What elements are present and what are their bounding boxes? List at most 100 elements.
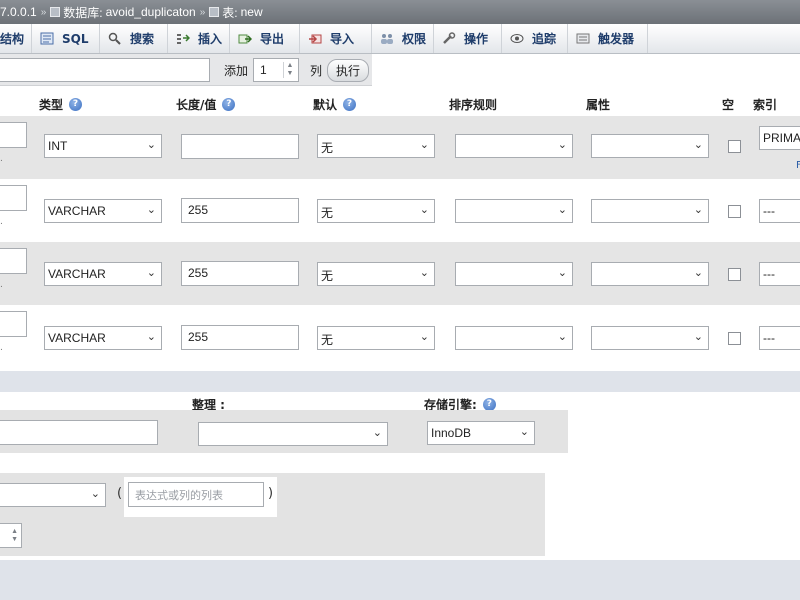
table-comment-input[interactable] bbox=[0, 420, 158, 445]
default-select[interactable]: 无 ⌄ bbox=[317, 326, 435, 350]
partition-expression-input[interactable]: 表达式或列的列表 bbox=[128, 482, 264, 507]
close-paren: ) bbox=[268, 486, 274, 501]
collation-select[interactable]: ⌄ bbox=[455, 262, 573, 286]
length-input[interactable] bbox=[181, 134, 299, 159]
default-value: 无 bbox=[321, 269, 334, 283]
index-select[interactable]: PRIMA bbox=[759, 126, 800, 150]
table-collation-select[interactable]: ⌄ bbox=[198, 422, 388, 446]
column-row: . VARCHAR ⌄ 255 无 ⌄ ⌄ ⌄ --- bbox=[0, 179, 800, 242]
type-value: VARCHAR bbox=[48, 267, 106, 281]
tab-triggers[interactable]: 触发器 bbox=[568, 24, 648, 53]
tab-privileges[interactable]: 权限 bbox=[372, 24, 434, 53]
collation-select[interactable]: ⌄ bbox=[455, 199, 573, 223]
type-select[interactable]: VARCHAR ⌄ bbox=[44, 326, 162, 350]
column-name-input[interactable] bbox=[0, 311, 27, 337]
breadcrumb-database[interactable]: avoid_duplicaton bbox=[106, 5, 196, 19]
length-input[interactable]: 255 bbox=[181, 325, 299, 350]
collation-select[interactable]: ⌄ bbox=[455, 326, 573, 350]
chevron-down-icon: ⌄ bbox=[146, 267, 156, 279]
index-options-link[interactable]: F bbox=[796, 160, 800, 171]
header-null: 空 bbox=[722, 96, 734, 113]
type-select[interactable]: VARCHAR ⌄ bbox=[44, 262, 162, 286]
length-input[interactable]: 255 bbox=[181, 198, 299, 223]
collation-select[interactable]: ⌄ bbox=[455, 134, 573, 158]
index-select[interactable]: --- bbox=[759, 326, 800, 350]
tab-label: 搜索 bbox=[130, 32, 155, 46]
partition-by-select[interactable]: ⌄ bbox=[0, 483, 106, 507]
tab-label: 结构 bbox=[0, 32, 25, 46]
stepper-arrows-icon[interactable]: ▲ ▼ bbox=[11, 528, 18, 544]
breadcrumb-separator: » bbox=[199, 6, 206, 18]
tab-insert[interactable]: 插入 bbox=[168, 24, 230, 53]
column-row: . INT ⌄ 无 ⌄ ⌄ ⌄ PRIMA F bbox=[0, 116, 800, 179]
privileges-icon bbox=[380, 32, 394, 45]
type-value: VARCHAR bbox=[48, 204, 106, 218]
storage-engine-select[interactable]: InnoDB ⌄ bbox=[427, 421, 535, 445]
go-button[interactable]: 执行 bbox=[327, 59, 369, 82]
chevron-down-icon: ⌄ bbox=[372, 427, 382, 439]
column-count-stepper[interactable]: 1 ▲ ▼ bbox=[253, 58, 299, 82]
header-attributes: 属性 bbox=[586, 96, 610, 113]
tab-label: 导入 bbox=[330, 32, 355, 46]
side-mark: . bbox=[0, 343, 3, 353]
tab-structure[interactable]: 结构 bbox=[0, 24, 32, 53]
null-checkbox[interactable] bbox=[728, 332, 741, 345]
chevron-down-icon: ⌄ bbox=[146, 204, 156, 216]
column-name-input[interactable] bbox=[0, 248, 27, 274]
partition-panel: ⌄ ( 表达式或列的列表 ) ▲ ▼ bbox=[0, 473, 545, 556]
tab-label: 权限 bbox=[402, 32, 427, 46]
breadcrumb-server[interactable]: 7.0.0.1 bbox=[0, 5, 37, 19]
type-select[interactable]: VARCHAR ⌄ bbox=[44, 199, 162, 223]
export-icon bbox=[238, 32, 253, 45]
open-paren: ( bbox=[117, 486, 123, 501]
index-select[interactable]: --- bbox=[759, 262, 800, 286]
attributes-select[interactable]: ⌄ bbox=[591, 199, 709, 223]
breadcrumb-table[interactable]: new bbox=[241, 5, 263, 19]
tab-operations[interactable]: 操作 bbox=[434, 24, 502, 53]
columns-label: 列 bbox=[310, 64, 323, 78]
chevron-down-icon: ⌄ bbox=[693, 267, 703, 279]
side-mark: . bbox=[0, 217, 3, 227]
default-select[interactable]: 无 ⌄ bbox=[317, 262, 435, 286]
tab-search[interactable]: 搜索 bbox=[100, 24, 168, 53]
stepper-arrows-icon[interactable]: ▲ ▼ bbox=[283, 62, 296, 78]
tab-sql[interactable]: SQL bbox=[32, 24, 100, 53]
column-row: . VARCHAR ⌄ 255 无 ⌄ ⌄ ⌄ --- bbox=[0, 305, 800, 371]
tab-label: 操作 bbox=[464, 32, 489, 46]
null-checkbox[interactable] bbox=[728, 268, 741, 281]
column-name-input[interactable] bbox=[0, 185, 27, 211]
tab-import[interactable]: 导入 bbox=[300, 24, 372, 53]
null-checkbox[interactable] bbox=[728, 205, 741, 218]
default-select[interactable]: 无 ⌄ bbox=[317, 134, 435, 158]
help-icon[interactable]: ? bbox=[69, 98, 83, 111]
default-value: 无 bbox=[321, 333, 334, 347]
header-length-label: 长度/值 bbox=[176, 98, 217, 112]
attributes-select[interactable]: ⌄ bbox=[591, 262, 709, 286]
add-columns-bar: 添加 1 ▲ ▼ 列 执行 bbox=[0, 54, 372, 86]
sql-icon bbox=[40, 32, 54, 45]
insert-icon bbox=[176, 32, 191, 45]
operations-icon bbox=[442, 32, 456, 45]
tab-export[interactable]: 导出 bbox=[230, 24, 300, 53]
table-name-input[interactable] bbox=[0, 58, 210, 82]
expression-placeholder: 表达式或列的列表 bbox=[135, 490, 223, 502]
help-icon[interactable]: ? bbox=[343, 98, 357, 111]
help-icon[interactable]: ? bbox=[222, 98, 236, 111]
column-count-value: 1 bbox=[260, 63, 267, 77]
partition-count-stepper[interactable]: ▲ ▼ bbox=[0, 523, 22, 548]
index-select[interactable]: --- bbox=[759, 199, 800, 223]
tab-label: 插入 bbox=[198, 32, 223, 46]
length-input[interactable]: 255 bbox=[181, 261, 299, 286]
column-name-input[interactable] bbox=[0, 122, 27, 148]
storage-engine-value: InnoDB bbox=[431, 426, 472, 440]
tab-tracking[interactable]: 追踪 bbox=[502, 24, 568, 53]
null-checkbox[interactable] bbox=[728, 140, 741, 153]
attributes-select[interactable]: ⌄ bbox=[591, 134, 709, 158]
attributes-select[interactable]: ⌄ bbox=[591, 326, 709, 350]
breadcrumb: 7.0.0.1 » 数据库: avoid_duplicaton » 表: new bbox=[0, 0, 800, 24]
default-select[interactable]: 无 ⌄ bbox=[317, 199, 435, 223]
chevron-down-icon: ⌄ bbox=[419, 267, 429, 279]
column-row: . VARCHAR ⌄ 255 无 ⌄ ⌄ ⌄ --- bbox=[0, 242, 800, 305]
type-select[interactable]: INT ⌄ bbox=[44, 134, 162, 158]
database-icon bbox=[50, 7, 61, 17]
